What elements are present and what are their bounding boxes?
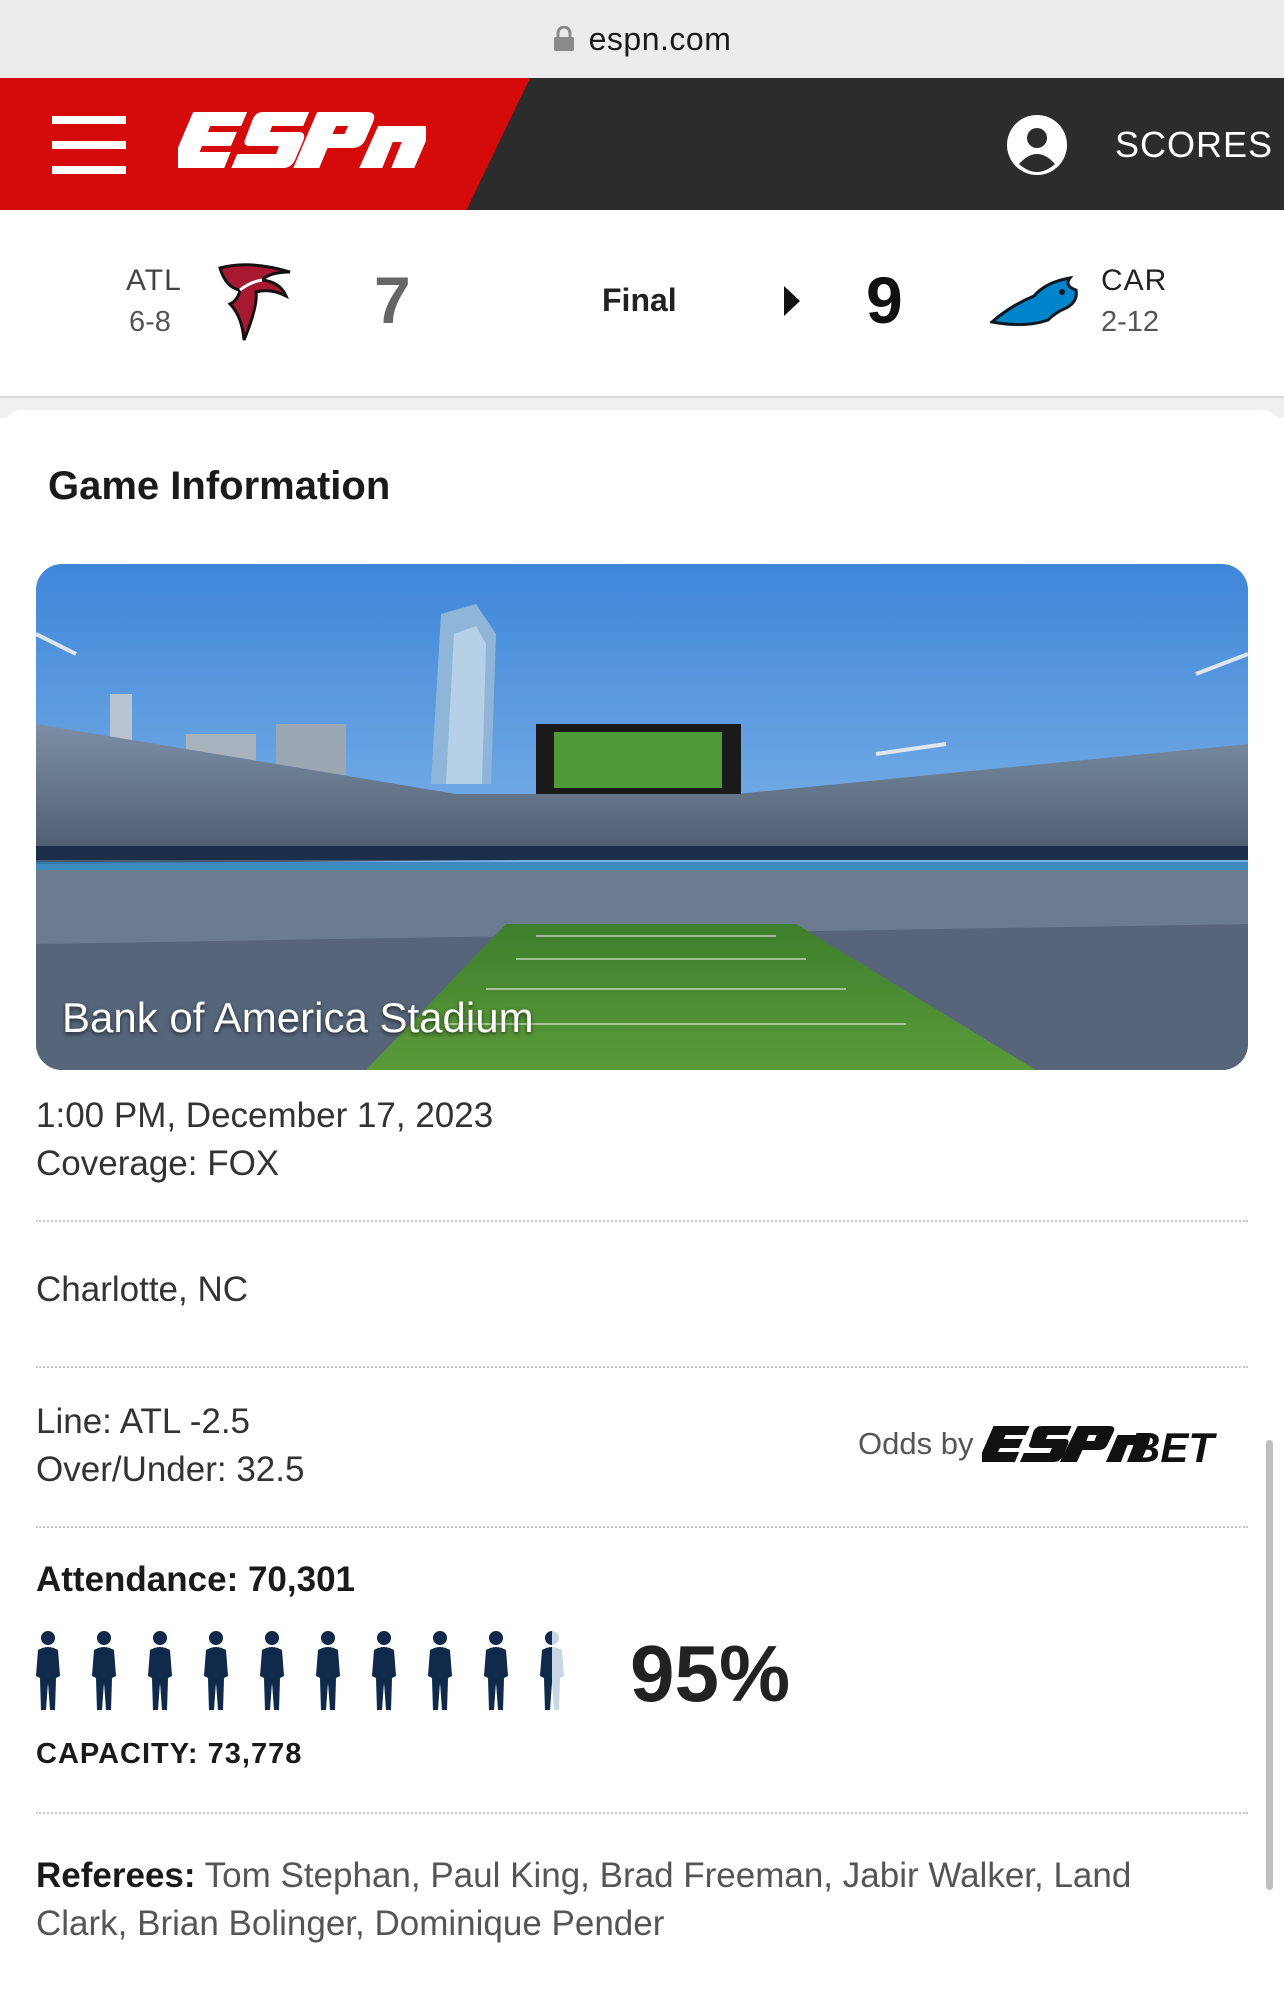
browser-url-bar[interactable]: espn.com xyxy=(0,0,1284,78)
person-icon xyxy=(316,1631,340,1710)
capacity-percentage: 95% xyxy=(630,1629,791,1718)
person-icon xyxy=(148,1631,172,1710)
away-team-score: 7 xyxy=(374,263,411,337)
referees-label: Referees: xyxy=(36,1856,196,1895)
divider xyxy=(36,1220,1248,1222)
stadium-capacity: CAPACITY: 73,778 xyxy=(36,1738,303,1770)
scores-link[interactable]: SCORES xyxy=(1115,124,1273,166)
game-status: Final xyxy=(602,282,677,318)
game-datetime: 1:00 PM, December 17, 2023 xyxy=(36,1096,494,1135)
home-team-score: 9 xyxy=(866,263,903,337)
scrollbar[interactable] xyxy=(1266,1440,1273,1890)
panthers-logo xyxy=(990,275,1078,327)
url-text: espn.com xyxy=(588,20,732,57)
espn-header: SCORES xyxy=(0,78,1284,210)
hamburger-menu-icon[interactable] xyxy=(52,116,126,174)
person-icon xyxy=(260,1631,284,1710)
over-under: Over/Under: 32.5 xyxy=(36,1450,305,1489)
divider xyxy=(36,1812,1248,1814)
referees-names: Tom Stephan, Paul King, Brad Freeman, Ja… xyxy=(36,1856,1132,1943)
stadium-name: Bank of America Stadium xyxy=(62,994,534,1041)
svg-text:BET: BET xyxy=(1130,1424,1217,1468)
stadium-image[interactable]: Bank of America Stadium xyxy=(36,564,1248,1070)
divider xyxy=(36,1366,1248,1368)
game-scoreboard[interactable]: ATL 6-8 7 Final 9 CAR 2-12 xyxy=(0,210,1284,416)
person-icon xyxy=(540,1631,564,1710)
person-icon xyxy=(204,1631,228,1710)
section-title: Game Information xyxy=(48,464,391,508)
divider xyxy=(36,1526,1248,1528)
game-coverage: Coverage: FOX xyxy=(36,1144,280,1183)
lock-icon xyxy=(553,26,574,51)
account-icon[interactable] xyxy=(1006,114,1068,176)
attendance-count: Attendance: 70,301 xyxy=(36,1560,356,1599)
person-icon xyxy=(428,1631,452,1710)
person-icon xyxy=(372,1631,396,1710)
person-icon xyxy=(36,1631,60,1710)
home-team-abbr: CAR xyxy=(1101,264,1168,297)
falcons-logo xyxy=(218,263,291,341)
away-team-record: 6-8 xyxy=(129,306,171,338)
person-icon xyxy=(92,1631,116,1710)
game-location: Charlotte, NC xyxy=(36,1270,249,1309)
espn-bet-logo[interactable]: BET xyxy=(982,1424,1248,1468)
play-arrow-icon[interactable] xyxy=(784,286,800,316)
odds-by-label: Odds by xyxy=(858,1426,974,1461)
capacity-people-graphic xyxy=(36,1631,564,1710)
home-team-record: 2-12 xyxy=(1101,306,1160,338)
person-icon xyxy=(484,1631,508,1710)
betting-line: Line: ATL -2.5 xyxy=(36,1402,251,1441)
referees-list: Referees: Tom Stephan, Paul King, Brad F… xyxy=(36,1852,1216,1948)
away-team-abbr: ATL xyxy=(126,264,182,297)
espn-logo[interactable] xyxy=(178,108,426,180)
